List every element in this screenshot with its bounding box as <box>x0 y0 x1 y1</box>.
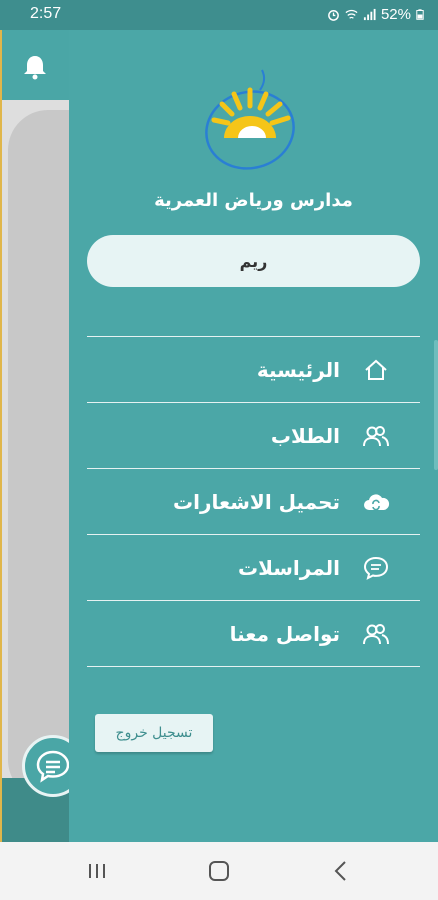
alarm-icon <box>328 10 339 21</box>
system-nav-bar <box>0 842 438 900</box>
menu-item-students[interactable]: الطلاب <box>87 403 420 469</box>
user-name-pill[interactable]: ريم <box>87 235 420 287</box>
logout-button[interactable]: تسجيل خروج <box>95 714 213 752</box>
menu-item-contact-us[interactable]: تواصل معنا <box>87 601 420 667</box>
cloud-sync-icon <box>362 488 390 516</box>
menu-item-label: تواصل معنا <box>229 621 340 646</box>
recent-apps-icon[interactable] <box>82 856 112 886</box>
menu-item-label: الرئيسية <box>256 357 340 382</box>
scroll-indicator[interactable] <box>434 340 438 470</box>
menu-item-home[interactable]: الرئيسية <box>87 337 420 403</box>
battery-percent: 52% <box>380 6 411 23</box>
bell-icon[interactable] <box>20 52 50 82</box>
school-name: مدارس ورياض العمرية <box>154 190 353 211</box>
wifi-icon <box>345 9 358 19</box>
menu-item-download-notifications[interactable]: تحميل الاشعارات <box>87 469 420 535</box>
menu-item-label: المراسلات <box>237 555 340 580</box>
users-icon <box>362 422 390 450</box>
school-logo <box>205 69 295 170</box>
battery-icon <box>416 9 424 20</box>
menu-item-messages[interactable]: المراسلات <box>87 535 420 601</box>
edge-accent-line <box>0 30 2 842</box>
status-time: 2:57 <box>30 5 62 22</box>
menu-item-label: تحميل الاشعارات <box>173 489 340 514</box>
status-bar: 2:57 52% <box>0 0 438 30</box>
back-icon[interactable] <box>326 856 356 886</box>
logout-label: تسجيل خروج <box>115 725 193 741</box>
signal-icon <box>363 8 376 21</box>
navigation-drawer: مدارس ورياض العمرية ريم الرئيسية الطلاب … <box>69 30 438 842</box>
home-button-icon[interactable] <box>204 856 234 886</box>
contact-users-icon <box>362 620 390 648</box>
chat-icon <box>362 554 390 582</box>
home-icon <box>362 356 390 384</box>
drawer-menu: الرئيسية الطلاب تحميل الاشعارات المراسلا… <box>87 336 420 667</box>
menu-item-label: الطلاب <box>270 423 340 448</box>
user-name: ريم <box>239 251 268 271</box>
